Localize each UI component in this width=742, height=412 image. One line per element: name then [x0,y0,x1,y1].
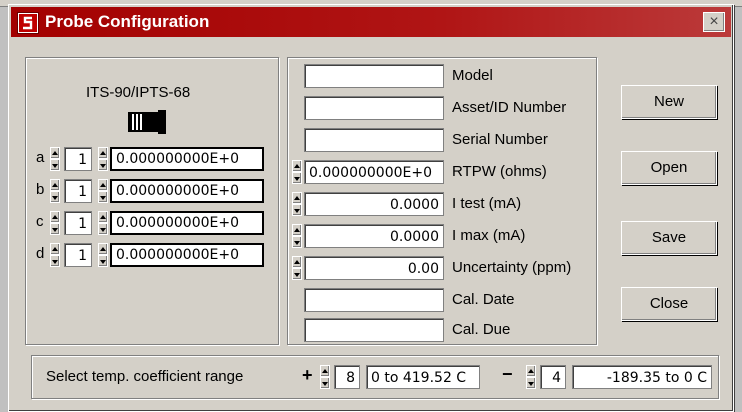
probe-configuration-dialog: Probe Configuration × ITS-90/IPTS-68 a 1… [8,4,734,412]
rtpw-spinner[interactable] [292,160,302,184]
plus-range-index-field[interactable]: 8 [334,365,360,389]
plus-range-field[interactable]: 0 to 419.52 C [366,365,480,389]
minus-range-index-field[interactable]: 4 [540,365,566,389]
coefficient-letter: a [36,149,45,166]
i-max-label: I max (mA) [452,227,526,244]
coefficient-d-index-field[interactable]: 1 [64,243,92,267]
coefficient-row-d: d 1 0.000000000E+0 [32,242,272,268]
plus-sign: + [302,365,313,385]
probe-info-panel: Model Asset/ID Number Serial Number 0.00… [287,57,597,345]
rtpw-field[interactable]: 0.000000000E+0 [304,160,444,184]
coefficient-b-value-field[interactable]: 0.000000000E+0 [110,179,264,203]
coefficient-row-b: b 1 0.000000000E+0 [32,178,272,204]
coefficient-b-index-field[interactable]: 1 [64,179,92,203]
range-label: Select temp. coefficient range [46,368,244,385]
coefficient-b-value-spinner[interactable] [98,179,108,203]
coefficient-b-index-spinner[interactable] [50,179,60,203]
minus-sign: − [502,364,513,384]
coefficient-c-index-field[interactable]: 1 [64,211,92,235]
coefficient-letter: c [36,213,44,230]
i-max-field[interactable]: 0.0000 [304,224,444,248]
cal-due-field[interactable] [304,318,444,342]
rtpw-label: RTPW (ohms) [452,163,547,180]
serial-number-label: Serial Number [452,131,548,148]
coefficient-c-value-field[interactable]: 0.000000000E+0 [110,211,264,235]
minus-range-field[interactable]: -189.35 to 0 C [572,365,712,389]
i-test-label: I test (mA) [452,195,522,212]
coefficient-a-value-spinner[interactable] [98,147,108,171]
coefficient-letter: b [36,181,45,198]
title-bar[interactable]: Probe Configuration × [11,7,731,37]
i-test-spinner[interactable] [292,192,302,216]
coefficient-a-value-field[interactable]: 0.000000000E+0 [110,147,264,171]
cal-date-label: Cal. Date [452,291,515,308]
coefficient-c-index-spinner[interactable] [50,211,60,235]
asset-id-field[interactable] [304,96,444,120]
app-logo-icon [17,12,39,34]
window-close-button[interactable]: × [703,12,725,32]
cal-due-label: Cal. Due [452,321,511,338]
coefficient-letter: d [36,245,45,262]
range-panel: Select temp. coefficient range + 8 0 to … [31,355,719,399]
coefficient-d-value-spinner[interactable] [98,243,108,267]
coefficient-a-index-spinner[interactable] [50,147,60,171]
minus-range-spinner[interactable] [526,365,536,389]
probe-icon [128,110,168,134]
coefficient-d-value-field[interactable]: 0.000000000E+0 [110,243,264,267]
asset-id-label: Asset/ID Number [452,99,567,116]
coefficient-c-value-spinner[interactable] [98,211,108,235]
coefficient-row-c: c 1 0.000000000E+0 [32,210,272,236]
i-max-spinner[interactable] [292,224,302,248]
scale-label: ITS-90/IPTS-68 [86,84,191,101]
model-label: Model [452,67,493,84]
i-test-field[interactable]: 0.0000 [304,192,444,216]
uncertainty-label: Uncertainty (ppm) [452,259,572,276]
new-button[interactable]: New [621,85,717,119]
uncertainty-spinner[interactable] [292,256,302,280]
coefficient-row-a: a 1 0.000000000E+0 [32,146,272,172]
coefficient-a-index-field[interactable]: 1 [64,147,92,171]
save-button[interactable]: Save [621,221,717,255]
serial-number-field[interactable] [304,128,444,152]
coefficient-panel: ITS-90/IPTS-68 a 1 0.000000000E+0 b 1 0.… [25,57,279,345]
plus-range-spinner[interactable] [320,365,330,389]
open-button[interactable]: Open [621,151,717,185]
uncertainty-field[interactable]: 0.00 [304,256,444,280]
window-title: Probe Configuration [45,12,210,31]
cal-date-field[interactable] [304,288,444,312]
model-field[interactable] [304,64,444,88]
close-button[interactable]: Close [621,287,717,321]
coefficient-d-index-spinner[interactable] [50,243,60,267]
